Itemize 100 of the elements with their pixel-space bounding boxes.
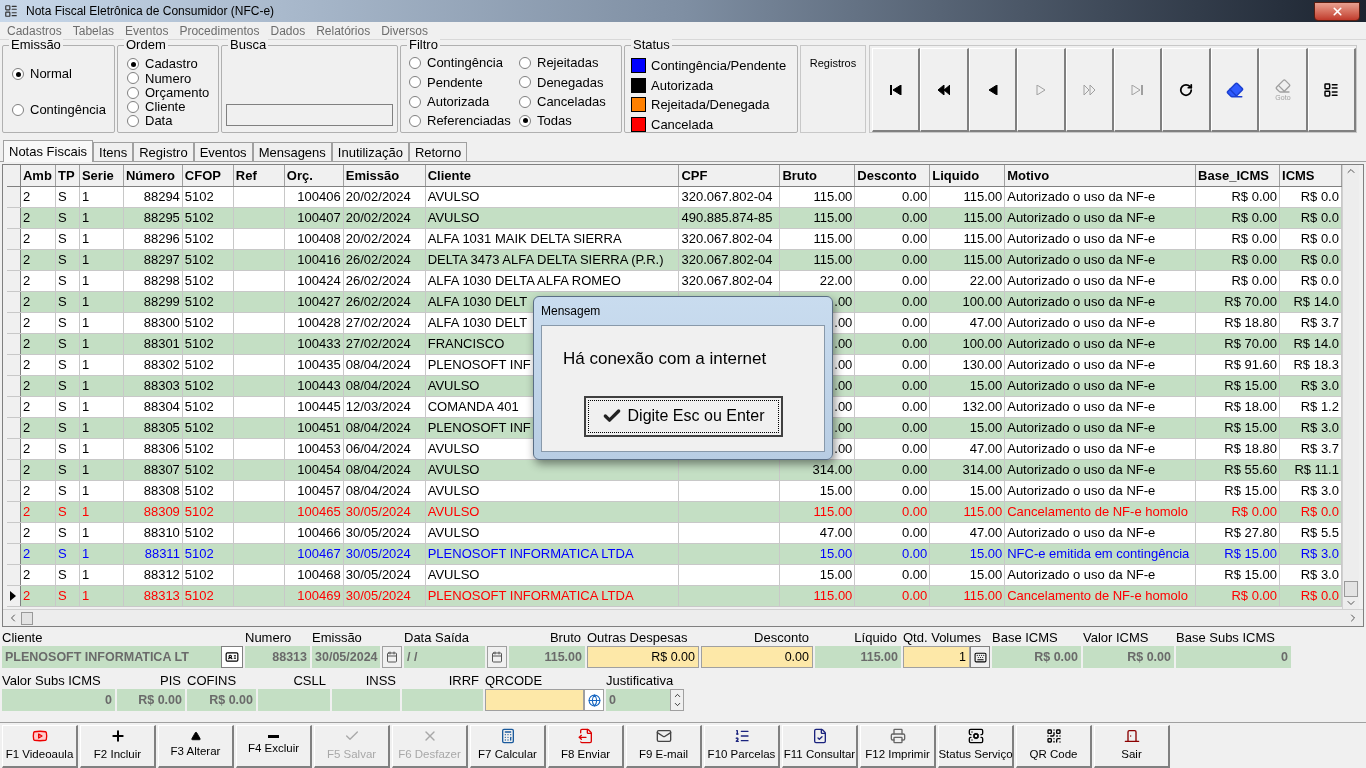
radio-button[interactable] — [127, 86, 139, 99]
column-header[interactable]: Desconto — [855, 165, 931, 186]
column-header[interactable]: Orç. — [284, 165, 344, 186]
input-field[interactable]: 0 — [1176, 646, 1291, 668]
function-button[interactable]: F12 Imprimir — [860, 725, 936, 768]
radio-button[interactable] — [409, 95, 421, 108]
navigator-button[interactable] — [920, 48, 969, 132]
navigator-button[interactable] — [1114, 48, 1163, 132]
spin-button[interactable] — [670, 689, 684, 711]
input-field[interactable]: 115.00 — [509, 646, 585, 668]
navigator-button[interactable] — [968, 48, 1018, 132]
horizontal-scrollbar[interactable] — [3, 609, 1363, 626]
menu-item[interactable]: Dados — [270, 21, 306, 40]
column-header[interactable]: Amb — [21, 165, 56, 186]
navigator-button[interactable] — [1065, 48, 1115, 132]
input-field[interactable]: PLENOSOFT INFORMATICA LT — [2, 646, 221, 668]
input-field[interactable]: R$ 0.00 — [187, 689, 256, 711]
radio-button[interactable] — [409, 115, 421, 127]
function-button[interactable]: F11 Consultar — [782, 725, 858, 768]
input-field[interactable]: 30/05/2024 — [312, 646, 380, 668]
column-header[interactable]: Ref — [233, 165, 285, 186]
function-button[interactable]: F9 E-mail — [626, 725, 702, 768]
input-field[interactable]: R$ 0.00 — [992, 646, 1081, 668]
calendar-button[interactable] — [382, 646, 402, 668]
function-button[interactable]: F3 Alterar — [158, 725, 234, 768]
radio-button[interactable] — [519, 95, 531, 108]
function-button[interactable]: Status Serviço — [938, 725, 1014, 768]
radio-button[interactable] — [519, 115, 531, 127]
radio-button[interactable] — [127, 100, 139, 113]
calendar-button[interactable] — [487, 646, 507, 668]
column-header[interactable]: Liquido — [930, 165, 1006, 186]
tab[interactable]: Notas Fiscais — [3, 140, 94, 162]
keypad-button[interactable] — [970, 646, 990, 668]
close-button[interactable] — [1314, 1, 1360, 21]
tab[interactable]: Eventos — [193, 142, 253, 161]
radio-button[interactable] — [409, 57, 421, 69]
tab[interactable]: Itens — [93, 142, 134, 161]
column-header[interactable]: Emissão — [343, 165, 426, 186]
tab[interactable]: Mensagens — [252, 142, 332, 161]
input-field[interactable] — [258, 689, 330, 711]
input-field[interactable]: R$ 0.00 — [1083, 646, 1174, 668]
input-field[interactable]: 1 — [903, 646, 970, 668]
function-button[interactable]: F7 Calcular — [470, 725, 546, 768]
input-field[interactable]: R$ 0.00 — [587, 646, 699, 668]
column-header[interactable]: Bruto — [780, 165, 856, 186]
input-field[interactable]: 0.00 — [701, 646, 813, 668]
menu-item[interactable]: Procedimentos — [179, 21, 260, 40]
radio-button[interactable] — [127, 58, 139, 70]
navigator-button[interactable] — [1307, 48, 1357, 132]
row-indicator[interactable] — [7, 586, 21, 606]
function-button[interactable]: F8 Enviar — [548, 725, 624, 768]
menu-item[interactable]: Relatórios — [316, 21, 371, 40]
function-button[interactable]: F1 Videoaula — [2, 725, 78, 768]
vertical-scrollbar[interactable] — [1342, 165, 1359, 609]
menu-item[interactable]: Diversos — [381, 21, 428, 40]
column-header[interactable]: Número — [123, 165, 183, 186]
input-field[interactable] — [485, 689, 584, 711]
tab[interactable]: Inutilização — [331, 142, 409, 161]
radio-button[interactable] — [519, 57, 531, 69]
menu-item[interactable]: Eventos — [125, 21, 169, 40]
input-field[interactable]: 88313 — [245, 646, 310, 668]
lookup-button[interactable] — [221, 646, 243, 668]
column-header[interactable]: CPF — [679, 165, 781, 186]
function-button[interactable]: QR Code — [1016, 725, 1092, 768]
menu-item[interactable]: Cadastros — [7, 21, 62, 40]
input-field[interactable]: 0 — [2, 689, 115, 711]
radio-button[interactable] — [409, 76, 421, 89]
function-button[interactable]: Sair — [1094, 725, 1170, 768]
input-field[interactable] — [402, 689, 483, 711]
column-header[interactable]: Cliente — [425, 165, 680, 186]
function-button[interactable]: F10 Parcelas — [704, 725, 780, 768]
radio-button[interactable] — [519, 76, 531, 89]
column-header[interactable]: Base_ICMS — [1196, 165, 1280, 186]
scroll-thumb[interactable] — [21, 611, 33, 625]
scroll-thumb[interactable] — [1344, 581, 1358, 597]
globe-button[interactable] — [584, 689, 604, 711]
input-field[interactable] — [332, 689, 400, 711]
column-header[interactable]: TP — [55, 165, 80, 186]
radio-button[interactable] — [12, 104, 24, 116]
input-field[interactable]: 0 — [606, 689, 670, 711]
navigator-button[interactable] — [1017, 48, 1066, 132]
search-field[interactable] — [226, 104, 393, 126]
column-header[interactable]: ICMS — [1280, 165, 1342, 186]
input-field[interactable]: 115.00 — [815, 646, 901, 668]
column-header[interactable]: Motivo — [1005, 165, 1197, 186]
tab[interactable]: Retorno — [408, 142, 468, 161]
navigator-button[interactable] — [1210, 48, 1260, 132]
input-field[interactable]: / / — [404, 646, 485, 668]
navigator-button[interactable] — [872, 48, 921, 132]
confirm-button[interactable]: Digite Esc ou Enter — [583, 395, 783, 437]
radio-button[interactable] — [127, 115, 139, 127]
function-button[interactable]: F4 Excluir — [236, 725, 312, 768]
tab[interactable]: Registro — [133, 142, 194, 161]
radio-button[interactable] — [127, 72, 139, 85]
column-header[interactable]: Serie — [79, 165, 124, 186]
menu-item[interactable]: Tabelas — [72, 21, 115, 40]
radio-button[interactable] — [12, 68, 24, 80]
column-header[interactable]: CFOP — [182, 165, 234, 186]
navigator-button[interactable] — [1162, 48, 1211, 132]
function-button[interactable]: F2 Incluir — [80, 725, 156, 768]
